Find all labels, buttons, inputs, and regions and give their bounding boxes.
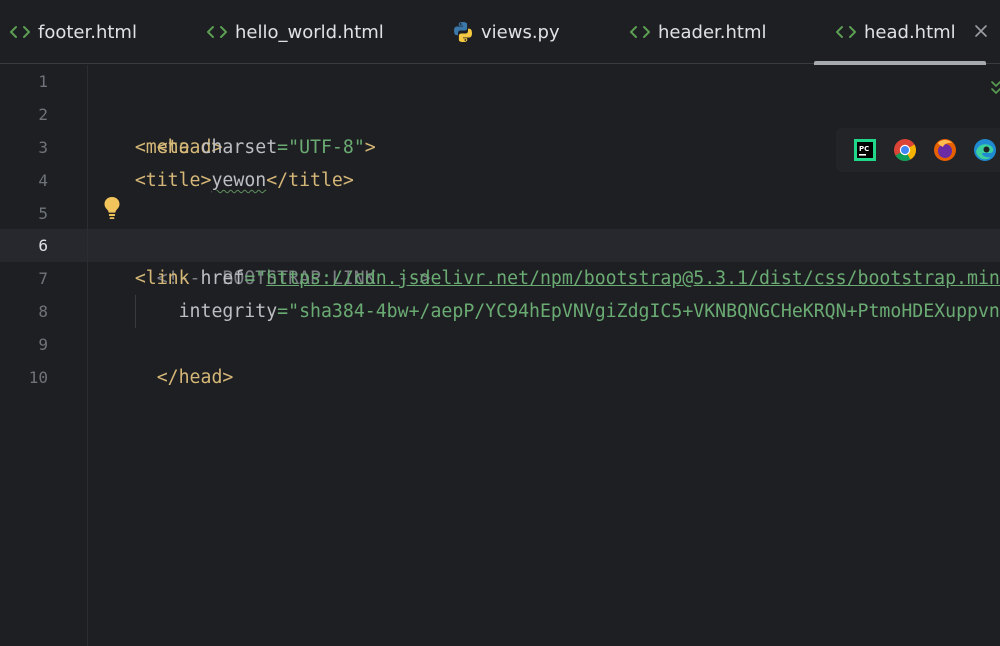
tab-label: header.html	[658, 21, 767, 43]
code-line-3: <meta charset="UTF-8">	[91, 131, 376, 164]
tag-link-open: <link	[134, 268, 190, 289]
tab-hello-world-html[interactable]: hello_world.html	[205, 0, 384, 64]
bootstrap-url-link[interactable]: https://cdn.jsdelivr.net/npm/bootstrap@5…	[266, 268, 1000, 289]
editor-tab-bar: footer.html hello_world.html views.py he…	[0, 0, 1000, 65]
python-icon	[454, 22, 472, 42]
code-line-9: </head>	[91, 328, 234, 388]
equals-sign: =	[277, 301, 289, 322]
tag-close-bracket: >	[364, 137, 376, 158]
tab-head-html[interactable]: head.html	[814, 0, 987, 65]
code-line-4: <title>yewon</title>	[91, 164, 354, 197]
inspection-check-icon[interactable]	[988, 79, 1000, 97]
code-line-6: <!-- BOOTSTRAP LINK -->	[91, 229, 431, 289]
tag-title-close: </title>	[266, 170, 354, 191]
tab-label: footer.html	[38, 21, 137, 43]
tag-title-open: <title>	[134, 170, 212, 191]
attr-href: href	[189, 268, 245, 289]
html-icon	[207, 26, 227, 38]
title-text: yewon	[211, 170, 267, 191]
html-icon	[630, 26, 650, 38]
tab-label: hello_world.html	[235, 21, 384, 43]
browser-preview-toolbar: PC	[836, 128, 1000, 172]
close-icon[interactable]	[970, 20, 992, 42]
quote: "	[255, 268, 267, 289]
attr-charset: charset	[189, 137, 278, 158]
chrome-icon[interactable]	[892, 137, 918, 163]
equals-sign: =	[244, 268, 256, 289]
lightbulb-icon[interactable]	[101, 195, 123, 221]
tab-views-py[interactable]: views.py	[451, 0, 560, 64]
tab-footer-html[interactable]: footer.html	[8, 0, 137, 64]
tag-meta-open: <meta	[134, 137, 190, 158]
pycharm-icon[interactable]: PC	[852, 137, 878, 163]
tab-label: head.html	[864, 21, 956, 43]
svg-text:PC: PC	[859, 145, 869, 153]
attr-value-utf8: "UTF-8"	[288, 137, 365, 158]
attr-value-integrity: "sha384-4bw+/aepP/YC94hEpVNVgiZdgIC5+VKN…	[288, 301, 1000, 322]
code-line-2: <head>	[91, 98, 223, 158]
code-editor[interactable]: 1 2 3 4 5 6 7 8 9 10 <head> <meta charse…	[0, 65, 1000, 646]
edge-icon[interactable]	[972, 137, 998, 163]
tab-label: views.py	[481, 21, 560, 43]
code-line-8: integrity="sha384-4bw+/aepP/YC94hEpVNVgi…	[91, 295, 1000, 328]
html-icon	[10, 26, 30, 38]
tag-head-close: </head>	[156, 367, 234, 388]
tab-header-html[interactable]: header.html	[628, 0, 766, 64]
code-line-7: <link href="https://cdn.jsdelivr.net/npm…	[91, 262, 1000, 295]
html-icon	[836, 26, 856, 38]
equals-sign: =	[277, 137, 289, 158]
attr-integrity: integrity	[178, 301, 278, 322]
firefox-icon[interactable]	[932, 137, 958, 163]
